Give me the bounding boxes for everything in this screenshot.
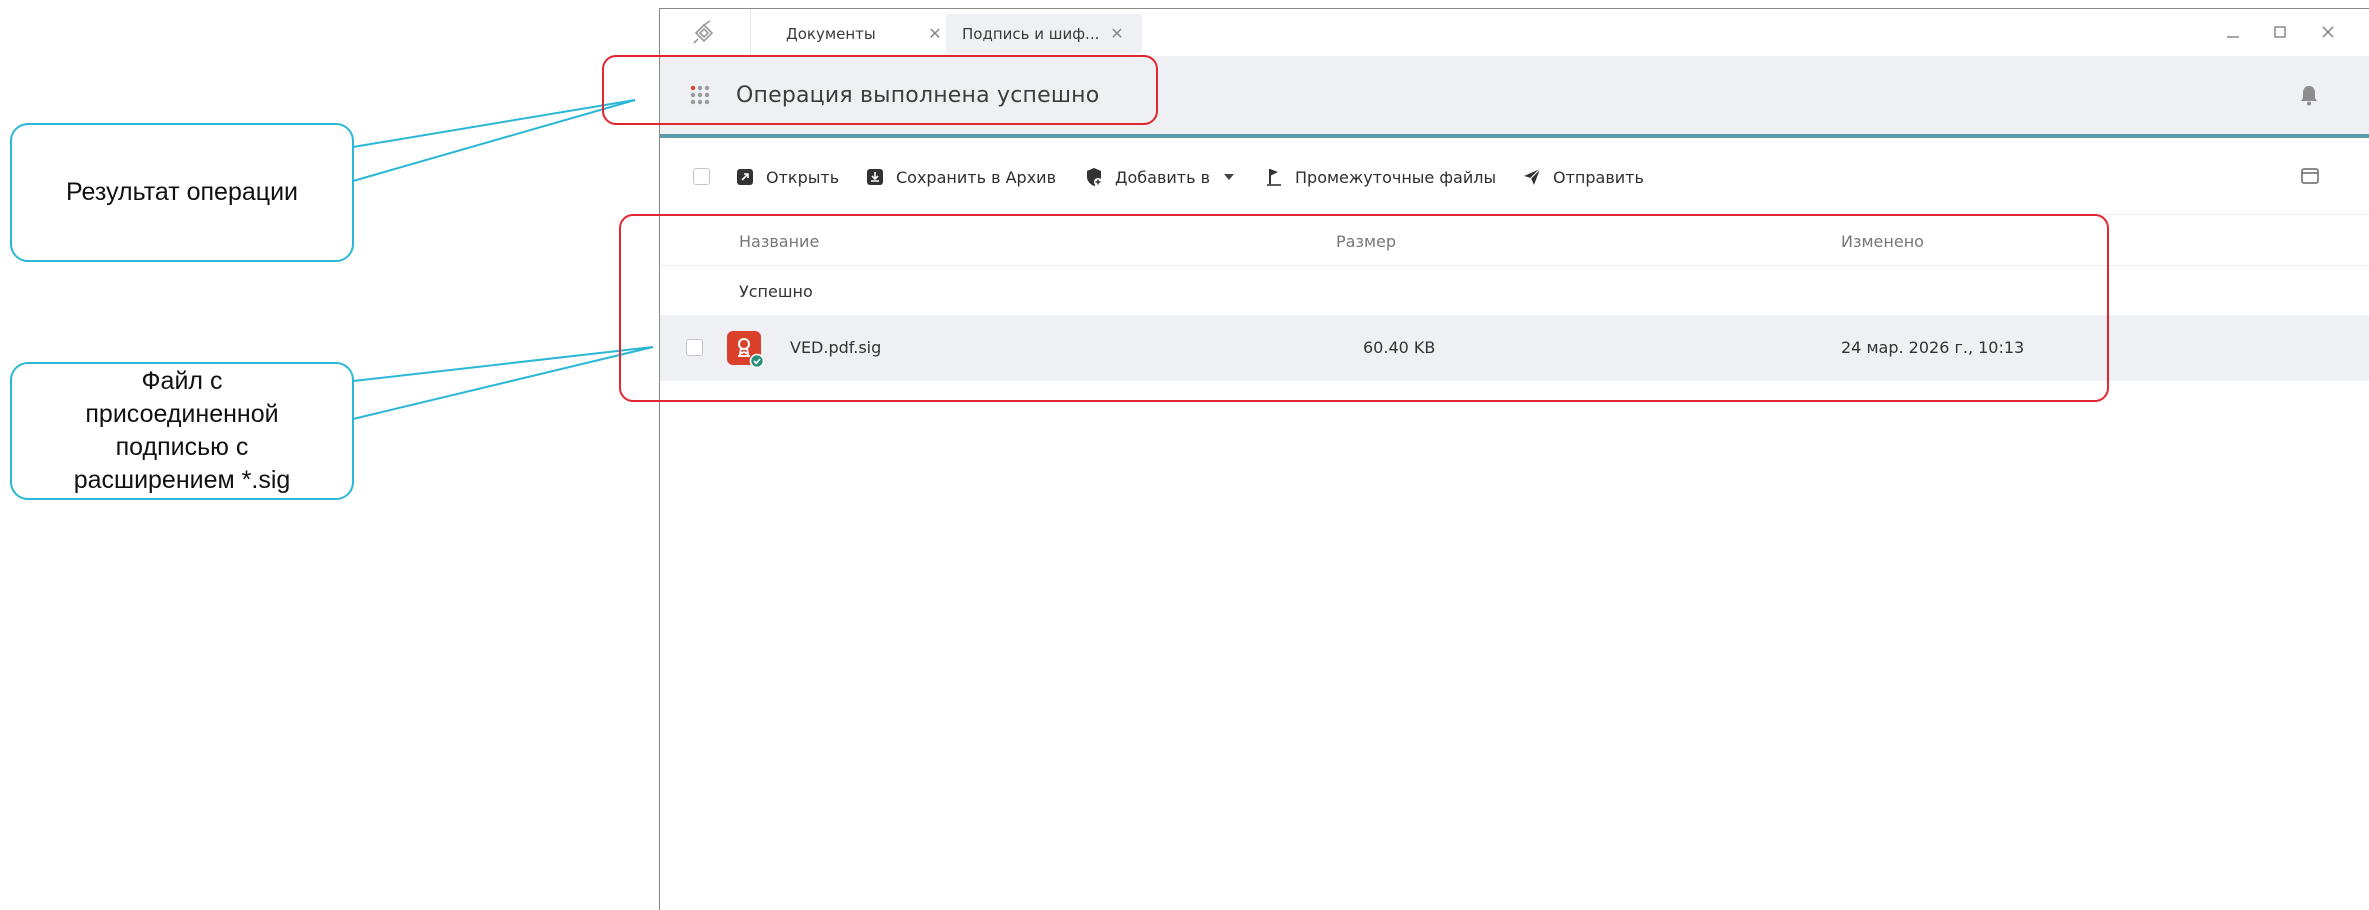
maximize-icon[interactable] [2269, 21, 2291, 43]
toolbar: Открыть Сохранить в Архив Добавить в Про… [660, 139, 2369, 215]
callout-file-line: Файл с [141, 367, 223, 395]
tab-documents[interactable]: Документы ✕ [770, 14, 960, 53]
callout-result: Результат операции [10, 123, 354, 262]
open-button[interactable]: Открыть [735, 164, 839, 190]
archive-icon [865, 167, 885, 187]
callout-file: Файл с присоединенной подписью с расшире… [10, 362, 354, 500]
file-name: VED.pdf.sig [790, 338, 882, 357]
shield-add-icon [1084, 167, 1104, 187]
bell-icon[interactable] [2298, 84, 2320, 106]
intermediate-files-label: Промежуточные файлы [1295, 167, 1497, 187]
operation-header: Операция выполнена успешно [660, 56, 2369, 138]
table-row[interactable]: VED.pdf.sig 60.40 KB 24 мар. 2026 г., 10… [660, 315, 2369, 381]
file-modified: 24 мар. 2026 г., 10:13 [1841, 338, 2025, 357]
panel-layout-icon[interactable] [2300, 166, 2320, 186]
row-checkbox[interactable] [686, 339, 703, 356]
table-header: Название Размер Изменено [660, 216, 2369, 266]
callout-file-line: расширением *.sig [73, 466, 291, 494]
send-icon [1522, 167, 1542, 187]
add-to-dropdown[interactable]: Добавить в [1084, 164, 1235, 190]
group-label: Успешно [739, 282, 813, 301]
close-window-icon[interactable] [2317, 21, 2339, 43]
save-archive-button[interactable]: Сохранить в Архив [865, 164, 1056, 190]
open-button-label: Открыть [766, 167, 840, 187]
tab-sign-encrypt-label: Подпись и шиф... [962, 24, 1100, 43]
tab-documents-label: Документы [786, 24, 876, 43]
send-label: Отправить [1553, 167, 1644, 187]
file-size: 60.40 KB [1363, 338, 1436, 357]
intermediate-files-button[interactable]: Промежуточные файлы [1264, 164, 1496, 190]
column-size[interactable]: Размер [1336, 232, 1396, 251]
title-divider [750, 9, 751, 56]
close-icon[interactable]: ✕ [926, 24, 944, 43]
tab-sign-encrypt[interactable]: Подпись и шиф... ✕ [946, 14, 1142, 53]
select-all-checkbox[interactable] [693, 168, 710, 185]
minimize-icon[interactable] [2222, 21, 2244, 43]
group-row: Успешно [660, 267, 2369, 315]
close-icon[interactable]: ✕ [1108, 24, 1126, 43]
callout-file-line: подписью с [115, 433, 249, 461]
chevron-down-icon [1224, 174, 1235, 180]
title-bar: Документы ✕ Подпись и шиф... ✕ [660, 9, 2369, 56]
column-modified[interactable]: Изменено [1841, 232, 1924, 251]
flag-icon [1264, 167, 1284, 187]
send-button[interactable]: Отправить [1522, 164, 1644, 190]
app-window: Документы ✕ Подпись и шиф... ✕ Операция … [659, 8, 2369, 910]
open-external-icon [735, 167, 755, 187]
callout-result-text: Результат операции [65, 178, 299, 206]
callout-file-line: присоединенной [85, 400, 279, 428]
apps-grid-icon[interactable] [689, 84, 711, 106]
column-name[interactable]: Название [739, 232, 819, 251]
page-title: Операция выполнена успешно [736, 83, 1100, 108]
signed-file-icon [726, 330, 765, 369]
save-archive-label: Сохранить в Архив [896, 167, 1056, 187]
app-logo-icon[interactable] [688, 19, 720, 47]
add-to-label: Добавить в [1115, 167, 1211, 187]
